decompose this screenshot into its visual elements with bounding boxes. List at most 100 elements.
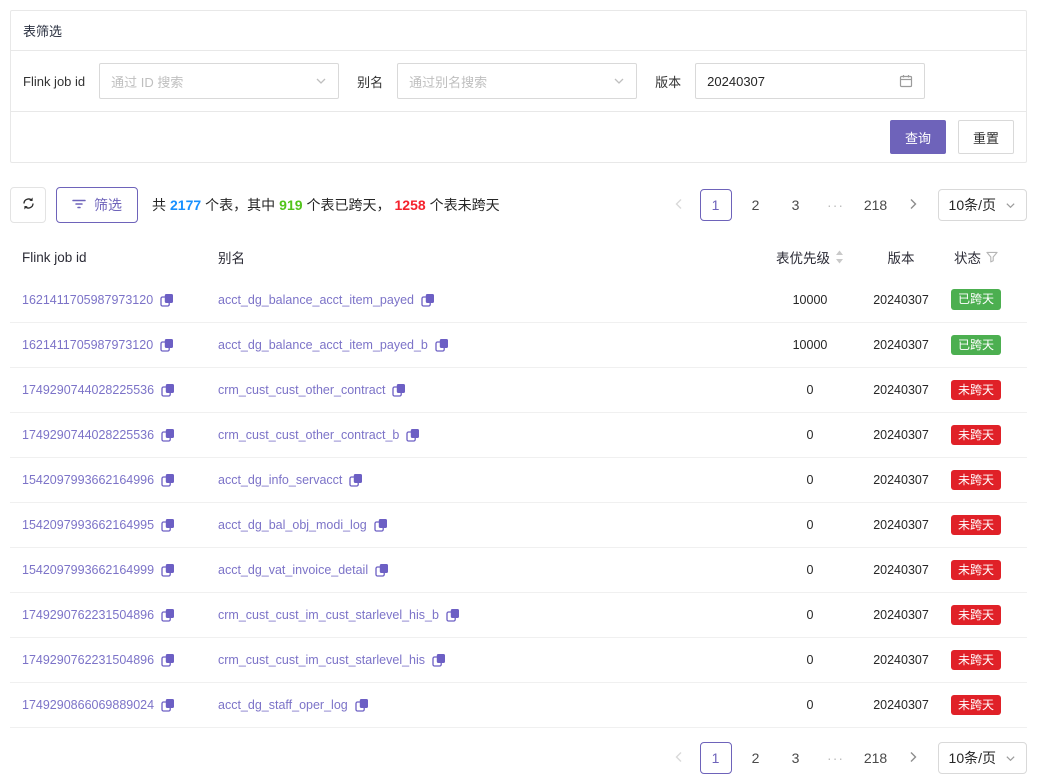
- copy-icon[interactable]: [161, 518, 175, 532]
- priority-cell: 0: [755, 608, 865, 622]
- chevron-left-icon: [674, 751, 684, 766]
- pagination-page-218[interactable]: 218: [860, 189, 892, 221]
- column-header-flink-job-id[interactable]: Flink job id: [22, 250, 218, 265]
- chevron-right-icon: [908, 198, 918, 213]
- copy-icon[interactable]: [421, 293, 435, 307]
- flink-job-id-placeholder: 通过 ID 搜索: [111, 72, 183, 91]
- chevron-left-icon: [674, 198, 684, 213]
- job-id-link[interactable]: 1749290866069889024: [22, 698, 154, 712]
- alias-link[interactable]: acct_dg_staff_oper_log: [218, 698, 348, 712]
- status-badge: 已跨天: [951, 289, 1001, 309]
- pagination-page-2[interactable]: 2: [740, 189, 772, 221]
- copy-icon[interactable]: [375, 563, 389, 577]
- alias-cell: acct_dg_balance_acct_item_payed: [218, 293, 755, 307]
- column-header-version-label: 版本: [888, 247, 915, 267]
- reset-button[interactable]: 重置: [958, 120, 1014, 154]
- copy-icon[interactable]: [406, 428, 420, 442]
- pagination-page-1[interactable]: 1: [700, 189, 732, 221]
- alias-link[interactable]: crm_cust_cust_other_contract_b: [218, 428, 399, 442]
- job-id-link[interactable]: 1542097993662164999: [22, 563, 154, 577]
- table-row: 1542097993662164996 acct_dg_info_servacc…: [10, 457, 1027, 502]
- refresh-button[interactable]: [10, 187, 46, 223]
- copy-icon[interactable]: [161, 473, 175, 487]
- copy-icon[interactable]: [374, 518, 388, 532]
- copy-icon[interactable]: [161, 698, 175, 712]
- job-id-link[interactable]: 1621411705987973120: [22, 338, 153, 352]
- query-button[interactable]: 查询: [890, 120, 946, 154]
- copy-icon[interactable]: [160, 293, 174, 307]
- sorter-icon[interactable]: [835, 250, 844, 264]
- funnel-filter-icon[interactable]: [986, 251, 998, 263]
- job-id-cell: 1542097993662164996: [22, 473, 218, 487]
- filter-button[interactable]: 筛选: [56, 187, 138, 223]
- alias-link[interactable]: acct_dg_vat_invoice_detail: [218, 563, 368, 577]
- status-cell: 未跨天: [937, 695, 1015, 715]
- job-id-link[interactable]: 1621411705987973120: [22, 293, 153, 307]
- column-header-status-label: 状态: [954, 247, 981, 267]
- alias-cell: crm_cust_cust_im_cust_starlevel_his_b: [218, 608, 755, 622]
- priority-cell: 10000: [755, 293, 865, 307]
- job-id-link[interactable]: 1749290744028225536: [22, 383, 154, 397]
- job-id-link[interactable]: 1542097993662164996: [22, 473, 154, 487]
- table-row: 1749290762231504896 crm_cust_cust_im_cus…: [10, 637, 1027, 682]
- copy-icon[interactable]: [349, 473, 363, 487]
- column-header-alias[interactable]: 别名: [218, 247, 755, 267]
- stats-summary: 共2177个表，其中919个表已跨天，1258个表未跨天: [152, 195, 500, 215]
- page-size-select[interactable]: 10条/页: [938, 189, 1027, 221]
- pagination-top: 123···218 10条/页: [666, 189, 1027, 221]
- pagination-page-3[interactable]: 3: [780, 742, 812, 774]
- column-header-status[interactable]: 状态: [937, 247, 1015, 267]
- status-cell: 已跨天: [937, 289, 1015, 309]
- alias-cell: crm_cust_cust_other_contract_b: [218, 428, 755, 442]
- table-row: 1542097993662164995 acct_dg_bal_obj_modi…: [10, 502, 1027, 547]
- job-id-link[interactable]: 1749290744028225536: [22, 428, 154, 442]
- column-header-version[interactable]: 版本: [865, 247, 937, 267]
- alias-cell: acct_dg_vat_invoice_detail: [218, 563, 755, 577]
- version-cell: 20240307: [865, 608, 937, 622]
- column-header-priority[interactable]: 表优先级: [755, 247, 865, 267]
- chevron-down-icon: [613, 75, 625, 87]
- pagination-page-2[interactable]: 2: [740, 742, 772, 774]
- page-size-select[interactable]: 10条/页: [938, 742, 1027, 774]
- priority-cell: 0: [755, 518, 865, 532]
- alias-link[interactable]: crm_cust_cust_im_cust_starlevel_his: [218, 653, 425, 667]
- alias-link[interactable]: crm_cust_cust_im_cust_starlevel_his_b: [218, 608, 439, 622]
- pagination-page-1[interactable]: 1: [700, 742, 732, 774]
- pagination-next[interactable]: [900, 742, 926, 774]
- alias-link[interactable]: acct_dg_info_servacct: [218, 473, 342, 487]
- alias-link[interactable]: acct_dg_bal_obj_modi_log: [218, 518, 367, 532]
- stats-mid2: 个表已跨天，: [307, 197, 391, 213]
- pagination-page-3[interactable]: 3: [780, 189, 812, 221]
- copy-icon[interactable]: [161, 563, 175, 577]
- alias-link[interactable]: acct_dg_balance_acct_item_payed: [218, 293, 414, 307]
- copy-icon[interactable]: [435, 338, 449, 352]
- copy-icon[interactable]: [160, 338, 174, 352]
- pagination-page-218[interactable]: 218: [860, 742, 892, 774]
- pagination-prev[interactable]: [666, 189, 692, 221]
- copy-icon[interactable]: [161, 383, 175, 397]
- copy-icon[interactable]: [161, 608, 175, 622]
- copy-icon[interactable]: [392, 383, 406, 397]
- job-id-link[interactable]: 1542097993662164995: [22, 518, 154, 532]
- copy-icon[interactable]: [446, 608, 460, 622]
- pagination-next[interactable]: [900, 189, 926, 221]
- job-id-cell: 1749290866069889024: [22, 698, 218, 712]
- version-date-input[interactable]: 20240307: [695, 63, 925, 99]
- alias-link[interactable]: acct_dg_balance_acct_item_payed_b: [218, 338, 428, 352]
- alias-select[interactable]: 通过别名搜索: [397, 63, 637, 99]
- job-id-link[interactable]: 1749290762231504896: [22, 608, 154, 622]
- job-id-link[interactable]: 1749290762231504896: [22, 653, 154, 667]
- alias-link[interactable]: crm_cust_cust_other_contract: [218, 383, 385, 397]
- copy-icon[interactable]: [161, 428, 175, 442]
- pagination-prev[interactable]: [666, 742, 692, 774]
- copy-icon[interactable]: [161, 653, 175, 667]
- version-cell: 20240307: [865, 518, 937, 532]
- version-cell: 20240307: [865, 428, 937, 442]
- table-row: 1621411705987973120 acct_dg_balance_acct…: [10, 277, 1027, 322]
- copy-icon[interactable]: [355, 698, 369, 712]
- flink-job-id-select[interactable]: 通过 ID 搜索: [99, 63, 339, 99]
- copy-icon[interactable]: [432, 653, 446, 667]
- version-cell: 20240307: [865, 293, 937, 307]
- status-cell: 未跨天: [937, 605, 1015, 625]
- stats-prefix: 共: [152, 197, 166, 213]
